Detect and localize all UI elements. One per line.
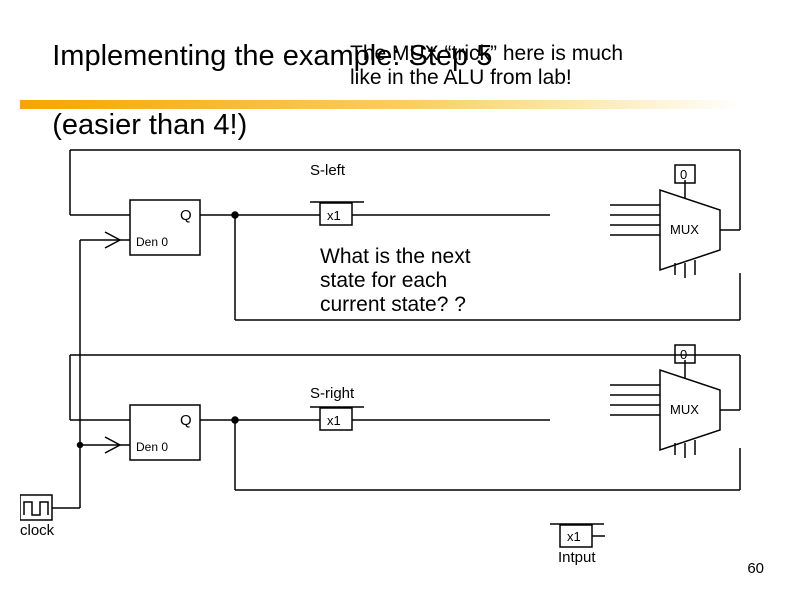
circuit-diagram: S-left S-right Q Den 0 Q Den 0 x1 x1 0 0… xyxy=(20,130,760,570)
label-x1-upper: x1 xyxy=(327,208,341,223)
label-mux-upper: MUX xyxy=(670,222,699,237)
label-zero-upper: 0 xyxy=(680,167,687,182)
label-mux-lower: MUX xyxy=(670,402,699,417)
label-den0-upper: Den 0 xyxy=(136,235,168,249)
label-q-lower: Q xyxy=(180,412,192,429)
label-den0-lower: Den 0 xyxy=(136,440,168,454)
label-zero-lower: 0 xyxy=(680,347,687,362)
divider-gradient xyxy=(20,100,740,109)
subtitle-line-1: The MUX “trick” here is much xyxy=(350,42,623,65)
label-x1-input: x1 xyxy=(567,529,581,544)
label-s-left: S-left xyxy=(310,162,346,179)
slide: Implementing the example: Step 5 (easier… xyxy=(0,0,794,595)
label-input: Intput xyxy=(558,549,596,566)
label-clock: clock xyxy=(20,522,55,539)
slide-subtitle: The MUX “trick” here is much like in the… xyxy=(350,42,623,90)
label-s-right: S-right xyxy=(310,385,355,402)
subtitle-line-2: like in the ALU from lab! xyxy=(350,66,572,89)
label-x1-lower: x1 xyxy=(327,413,341,428)
label-q-upper: Q xyxy=(180,207,192,224)
